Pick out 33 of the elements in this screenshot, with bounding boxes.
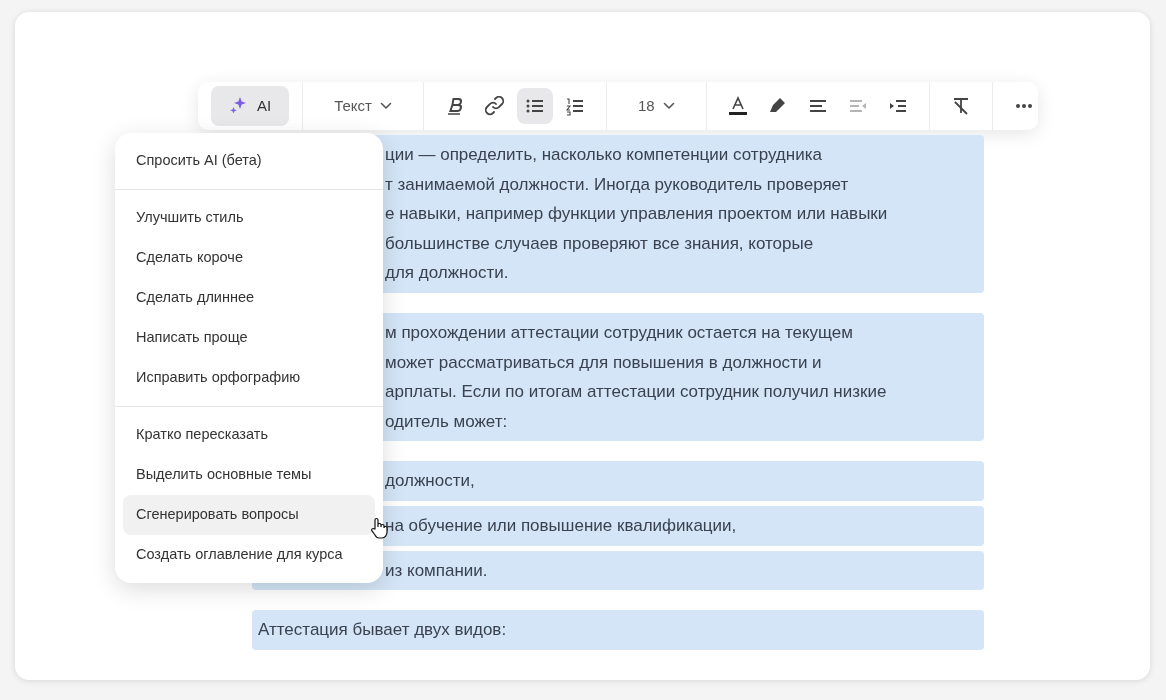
text-style-dropdown[interactable]: Текст <box>316 88 410 124</box>
text-line: на обучение или повышение квалификации, <box>385 514 738 537</box>
menu-item[interactable]: Выделить основные темы <box>123 455 375 495</box>
text-line: т занимаемой должности. Иногда руководитель проверяет <box>385 173 850 196</box>
menu-item[interactable]: Кратко пересказать <box>123 415 375 455</box>
menu-item[interactable]: Создать оглавление для курса <box>123 535 375 575</box>
menu-item[interactable]: Спросить AI (бета) <box>123 141 375 181</box>
text-line: м прохождении аттестации сотрудник остается на текущем <box>385 321 854 344</box>
text-line: для должности. <box>385 262 510 285</box>
numbered-list-icon <box>564 96 585 116</box>
text-line: ции — определить, насколько компетенции сотрудника <box>385 144 823 166</box>
menu-item[interactable]: Сделать длиннее <box>123 278 375 318</box>
text-line: из компании. <box>385 559 489 582</box>
text-line: должности, <box>385 470 476 493</box>
more-icon <box>1015 104 1032 108</box>
bulleted-list-button[interactable] <box>516 88 553 124</box>
caret-icon <box>379 102 392 110</box>
text-line: большинстве случаев проверяют все знания, которые <box>385 232 815 255</box>
ai-button[interactable]: AI <box>211 86 290 126</box>
menu-item[interactable]: Сгенерировать вопросы <box>123 495 375 535</box>
font-size-dropdown[interactable]: 18 <box>619 88 693 124</box>
text-line: Аттестация бывает двух видов: <box>258 619 508 642</box>
menu-item[interactable]: Написать проще <box>123 318 375 358</box>
caret-icon <box>662 102 675 110</box>
text-color-icon <box>727 96 748 116</box>
text-line: может рассматриваться для повышения в должности и <box>385 351 823 374</box>
menu-item[interactable]: Исправить орфографию <box>123 358 375 398</box>
text-line: е навыки, например функции управления проектом или навыки <box>385 203 889 226</box>
link-icon <box>484 96 505 116</box>
menu-item[interactable]: Улучшить стиль <box>123 198 375 238</box>
text-line: арплаты. Если по итогам аттестации сотрудник получил низкие <box>385 381 888 404</box>
menu-item[interactable]: Сделать короче <box>123 238 375 278</box>
text-line: одитель может: <box>385 410 509 433</box>
